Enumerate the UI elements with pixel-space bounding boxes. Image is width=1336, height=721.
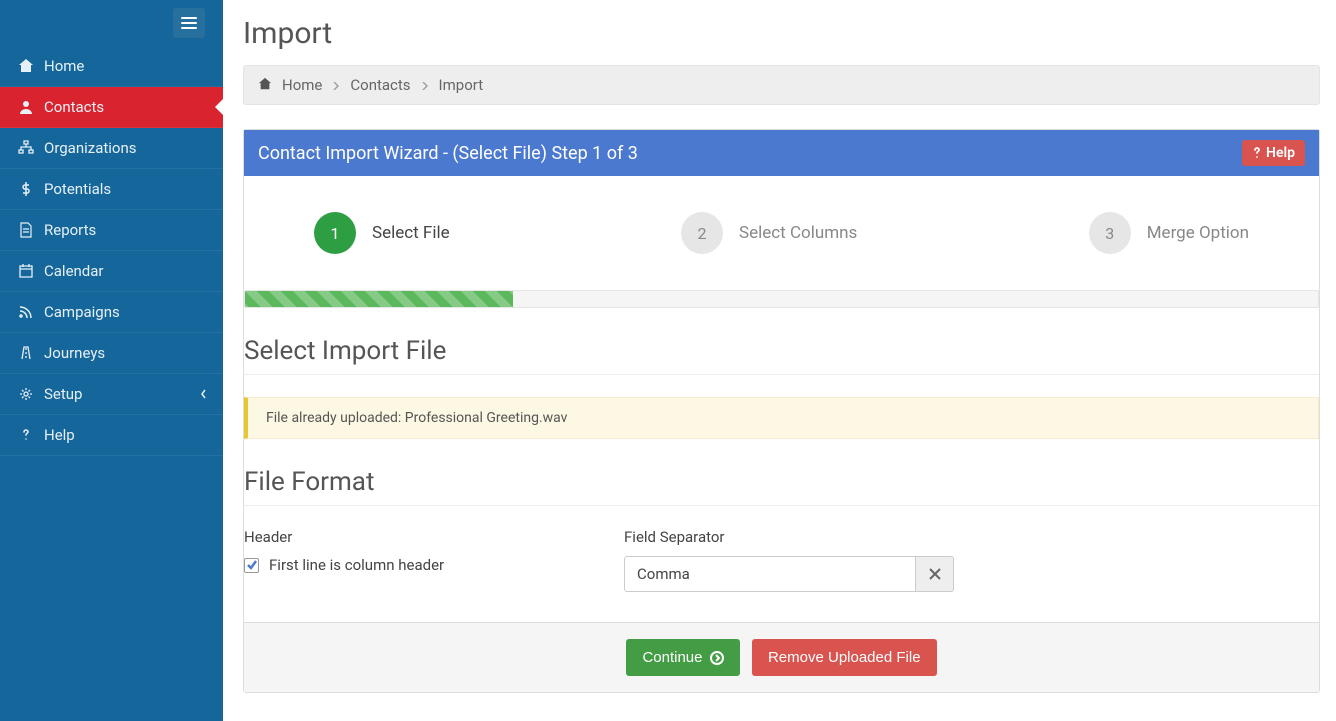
sidebar-item-campaigns[interactable]: Campaigns <box>0 292 223 333</box>
question-icon <box>14 427 38 443</box>
breadcrumb-contacts[interactable]: Contacts <box>350 76 410 94</box>
wizard-steps: 1 Select File 2 Select Columns 3 Merge O… <box>244 212 1319 290</box>
sidebar-item-reports[interactable]: Reports <box>0 210 223 251</box>
sitemap-icon <box>14 140 38 156</box>
help-button[interactable]: Help <box>1242 140 1305 166</box>
header-column: Header First line is column header <box>244 528 584 592</box>
file-format-row: Header First line is column header Field… <box>244 528 1319 592</box>
step-label: Select Columns <box>739 223 857 243</box>
sidebar-item-calendar[interactable]: Calendar <box>0 251 223 292</box>
separator-label: Field Separator <box>624 528 964 546</box>
main-content: Import Home Contacts Import Contact Impo… <box>223 0 1336 721</box>
progress-bar-fill <box>245 291 513 307</box>
sidebar-item-label: Help <box>44 426 75 444</box>
sidebar-item-label: Contacts <box>44 98 104 116</box>
sidebar-nav: Home Contacts Organizations Potentials R… <box>0 46 223 456</box>
sidebar: Home Contacts Organizations Potentials R… <box>0 0 223 721</box>
breadcrumb-current: Import <box>439 76 484 94</box>
calendar-icon <box>14 263 38 279</box>
sidebar-item-organizations[interactable]: Organizations <box>0 128 223 169</box>
first-line-header-checkbox[interactable] <box>244 558 259 573</box>
user-icon <box>14 99 38 115</box>
chevron-left-icon <box>199 385 209 403</box>
sidebar-item-home[interactable]: Home <box>0 46 223 87</box>
progress-bar-track <box>244 290 1319 308</box>
select-file-title: Select Import File <box>244 336 1319 375</box>
remove-uploaded-file-button[interactable]: Remove Uploaded File <box>752 639 937 676</box>
sidebar-top <box>0 0 223 46</box>
panel-body: 1 Select File 2 Select Columns 3 Merge O… <box>244 176 1319 692</box>
sidebar-item-setup[interactable]: Setup <box>0 374 223 415</box>
uploaded-file-alert: File already uploaded: Professional Gree… <box>244 397 1319 439</box>
sidebar-item-label: Journeys <box>44 344 105 362</box>
dollar-icon <box>14 181 38 197</box>
sidebar-item-label: Organizations <box>44 139 137 157</box>
rss-icon <box>14 304 38 320</box>
wizard-footer: Continue Remove Uploaded File <box>244 622 1319 692</box>
hamburger-button[interactable] <box>173 8 205 38</box>
continue-label: Continue <box>642 649 702 666</box>
home-icon <box>258 76 272 94</box>
clear-separator-button[interactable] <box>916 556 954 592</box>
separator-select-wrap: Comma <box>624 556 954 592</box>
panel-title: Contact Import Wizard - (Select File) St… <box>258 143 638 164</box>
step-number: 3 <box>1089 212 1131 254</box>
page-title: Import <box>243 0 1320 65</box>
header-label: Header <box>244 528 584 546</box>
chevron-right-icon <box>332 76 340 94</box>
remove-label: Remove Uploaded File <box>768 649 921 666</box>
road-icon <box>14 345 38 361</box>
breadcrumb-home[interactable]: Home <box>282 76 322 94</box>
sidebar-item-label: Campaigns <box>44 303 120 321</box>
cogs-icon <box>14 386 38 402</box>
step-number: 2 <box>681 212 723 254</box>
first-line-header-checkbox-row[interactable]: First line is column header <box>244 556 584 574</box>
field-separator-select[interactable]: Comma <box>624 556 916 592</box>
file-icon <box>14 222 38 238</box>
panel-header: Contact Import Wizard - (Select File) St… <box>244 130 1319 176</box>
sidebar-item-help[interactable]: Help <box>0 415 223 456</box>
breadcrumb: Home Contacts Import <box>243 65 1320 105</box>
step-number: 1 <box>314 212 356 254</box>
step-label: Select File <box>372 223 450 243</box>
sidebar-item-label: Home <box>44 57 84 75</box>
sidebar-item-label: Calendar <box>44 262 104 280</box>
sidebar-item-label: Reports <box>44 221 96 239</box>
step-merge-option: 3 Merge Option <box>1089 212 1249 254</box>
step-label: Merge Option <box>1147 223 1249 243</box>
alert-text: File already uploaded: Professional Gree… <box>266 410 567 426</box>
sidebar-item-label: Setup <box>44 385 82 403</box>
sidebar-item-journeys[interactable]: Journeys <box>0 333 223 374</box>
separator-column: Field Separator Comma <box>624 528 964 592</box>
step-select-file: 1 Select File <box>314 212 450 254</box>
file-format-title: File Format <box>244 467 1319 506</box>
sidebar-item-contacts[interactable]: Contacts <box>0 87 223 128</box>
help-button-label: Help <box>1266 145 1295 161</box>
checkbox-label: First line is column header <box>269 556 444 574</box>
continue-button[interactable]: Continue <box>626 639 740 676</box>
sidebar-item-potentials[interactable]: Potentials <box>0 169 223 210</box>
home-icon <box>14 58 38 74</box>
sidebar-item-label: Potentials <box>44 180 111 198</box>
chevron-right-icon <box>421 76 429 94</box>
wizard-panel: Contact Import Wizard - (Select File) St… <box>243 129 1320 693</box>
step-select-columns: 2 Select Columns <box>681 212 857 254</box>
